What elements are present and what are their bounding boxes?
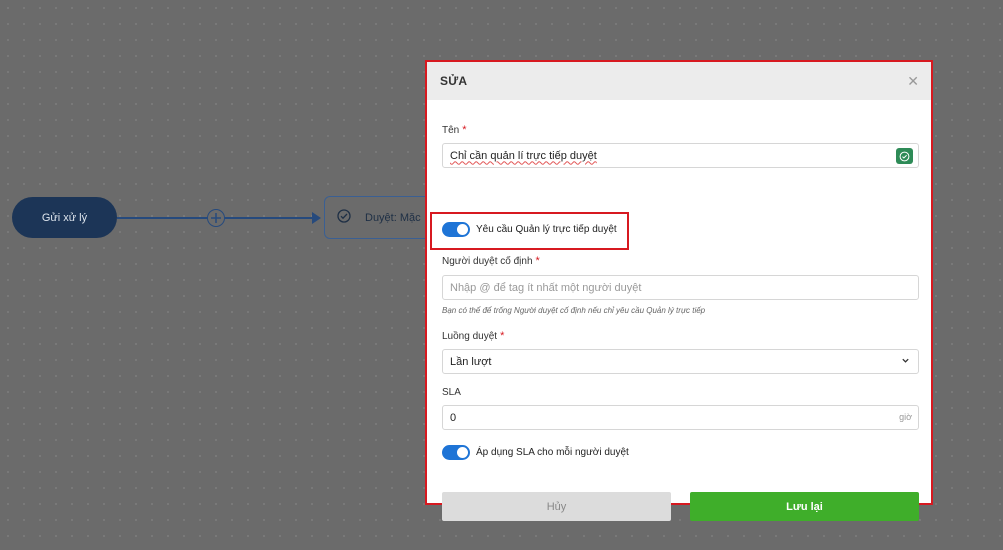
required-mark: *	[500, 330, 505, 342]
close-icon[interactable]: ✕	[907, 74, 919, 88]
flow-node-send[interactable]: Gửi xử lý	[12, 197, 117, 238]
sla-toggle[interactable]	[442, 445, 470, 460]
sla-input-value: 0	[450, 411, 457, 424]
fixed-approver-label-text: Người duyệt cố định	[442, 256, 533, 267]
flow-node-approve[interactable]: Duyệt: Mặc	[324, 196, 434, 239]
sla-unit: giờ	[899, 412, 912, 422]
save-button[interactable]: Lưu lại	[690, 492, 919, 521]
modal-title: SỬA	[440, 74, 468, 88]
check-circle-icon	[337, 209, 351, 226]
sla-label: SLA	[442, 387, 461, 398]
edit-modal: SỬA ✕ Tên * Chỉ cần quản lí trực tiếp duy…	[425, 60, 933, 521]
arrow-right-icon	[312, 212, 321, 224]
fixed-approver-input[interactable]: Nhập @ để tag ít nhất một người duyệt	[442, 275, 919, 300]
modal-header: SỬA ✕	[427, 62, 931, 100]
flow-node-send-label: Gửi xử lý	[41, 211, 88, 224]
fixed-approver-hint: Bạn có thể để trống Người duyệt cố định …	[442, 306, 706, 315]
name-label-text: Tên	[442, 125, 460, 136]
manager-approve-toggle[interactable]	[442, 222, 470, 237]
required-mark: *	[462, 124, 467, 136]
sla-toggle-label: Áp dụng SLA cho mỗi người duyệt	[476, 447, 629, 458]
check-icon[interactable]	[896, 148, 913, 164]
name-label: Tên *	[442, 124, 467, 136]
manager-approve-toggle-label: Yêu cầu Quản lý trực tiếp duyệt	[476, 224, 617, 235]
add-step-icon[interactable]	[207, 209, 225, 227]
fixed-approver-label: Người duyệt cố định *	[442, 255, 540, 267]
sla-input[interactable]: 0 giờ	[442, 405, 919, 430]
flow-node-approve-label: Duyệt: Mặc	[365, 211, 421, 224]
flow-label-text: Luồng duyệt	[442, 331, 498, 342]
cancel-button[interactable]: Hủy	[442, 492, 671, 521]
name-input[interactable]: Chỉ cần quản lí trực tiếp duyệt	[442, 143, 919, 168]
flow-select[interactable]: Lần lượt	[442, 349, 919, 374]
fixed-approver-placeholder: Nhập @ để tag ít nhất một người duyệt	[450, 281, 642, 294]
required-mark: *	[535, 255, 540, 267]
chevron-down-icon	[901, 356, 910, 368]
flow-label: Luồng duyệt *	[442, 330, 504, 342]
name-input-value: Chỉ cần quản lí trực tiếp duyệt	[450, 149, 597, 162]
flow-select-value: Lần lượt	[450, 355, 492, 368]
